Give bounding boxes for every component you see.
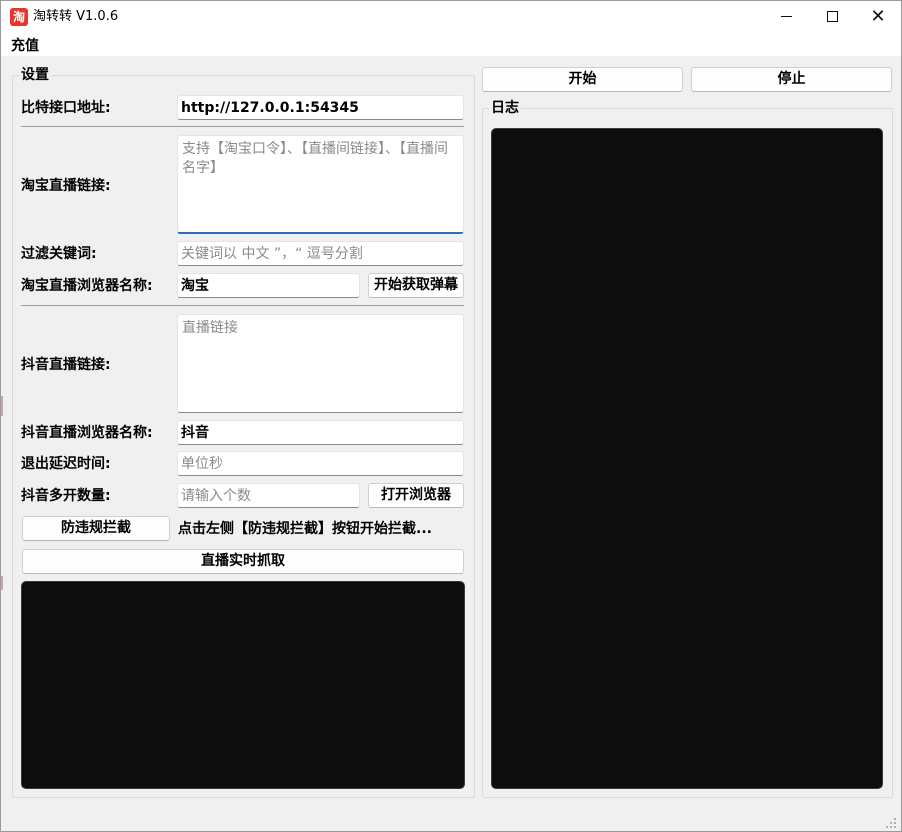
menu-item-recharge[interactable]: 充值 bbox=[11, 35, 39, 55]
edge-accent bbox=[1, 576, 3, 590]
douyin-multi-label: 抖音多开数量: bbox=[21, 488, 111, 504]
taobao-link-textarea[interactable]: 支持【淘宝口令】、【直播间链接】、【直播间名字】 bbox=[177, 135, 464, 234]
minimize-icon bbox=[780, 16, 792, 17]
exit-delay-label: 退出延迟时间: bbox=[21, 456, 111, 472]
window-title: 淘转转 V1.0.6 bbox=[33, 9, 119, 24]
edge-accent bbox=[1, 396, 3, 416]
log-output-panel[interactable] bbox=[491, 128, 883, 789]
taobao-link-label: 淘宝直播链接: bbox=[21, 178, 111, 194]
bit-api-input[interactable]: http://127.0.0.1:54345 bbox=[177, 95, 464, 120]
settings-group-title: 设置 bbox=[19, 67, 51, 83]
live-capture-button[interactable]: 直播实时抓取 bbox=[22, 549, 464, 574]
menu-bar: 充值 bbox=[1, 32, 901, 56]
anti-block-hint: 点击左侧【防违规拦截】按钮开始拦截... bbox=[178, 521, 432, 537]
start-danmaku-button[interactable]: 开始获取弹幕 bbox=[368, 273, 464, 298]
close-icon: ✕ bbox=[870, 5, 886, 27]
app-logo-icon: 淘 bbox=[10, 8, 28, 26]
divider bbox=[21, 305, 464, 306]
maximize-icon bbox=[826, 11, 838, 22]
open-browser-button[interactable]: 打开浏览器 bbox=[368, 483, 464, 508]
minimize-button[interactable] bbox=[763, 1, 809, 32]
log-group-title: 日志 bbox=[489, 100, 521, 116]
stop-button[interactable]: 停止 bbox=[691, 67, 892, 92]
taobao-browser-label: 淘宝直播浏览器名称: bbox=[21, 278, 153, 294]
bit-api-label: 比特接口地址: bbox=[21, 100, 111, 116]
exit-delay-input[interactable]: 单位秒 bbox=[177, 451, 464, 476]
anti-block-button[interactable]: 防违规拦截 bbox=[22, 516, 170, 541]
resize-grip-icon[interactable] bbox=[885, 817, 897, 829]
capture-output-panel[interactable] bbox=[21, 581, 465, 789]
maximize-button[interactable] bbox=[809, 1, 855, 32]
douyin-link-label: 抖音直播链接: bbox=[21, 357, 111, 373]
filter-keywords-input[interactable]: 关键词以 中文 ”，“ 逗号分割 bbox=[177, 241, 464, 266]
start-button[interactable]: 开始 bbox=[482, 67, 683, 92]
close-button[interactable]: ✕ bbox=[855, 1, 901, 32]
title-bar[interactable]: 淘 淘转转 V1.0.6 ✕ bbox=[1, 1, 901, 32]
filter-keywords-label: 过滤关键词: bbox=[21, 246, 97, 262]
douyin-browser-input[interactable]: 抖音 bbox=[177, 420, 464, 445]
taobao-browser-input[interactable]: 淘宝 bbox=[177, 273, 360, 298]
douyin-multi-input[interactable]: 请输入个数 bbox=[177, 483, 360, 508]
app-window: 淘 淘转转 V1.0.6 ✕ 充值 设置 比特接口地址: http://127.… bbox=[0, 0, 902, 832]
douyin-link-textarea[interactable]: 直播链接 bbox=[177, 314, 464, 413]
divider bbox=[21, 126, 464, 127]
douyin-browser-label: 抖音直播浏览器名称: bbox=[21, 425, 153, 441]
